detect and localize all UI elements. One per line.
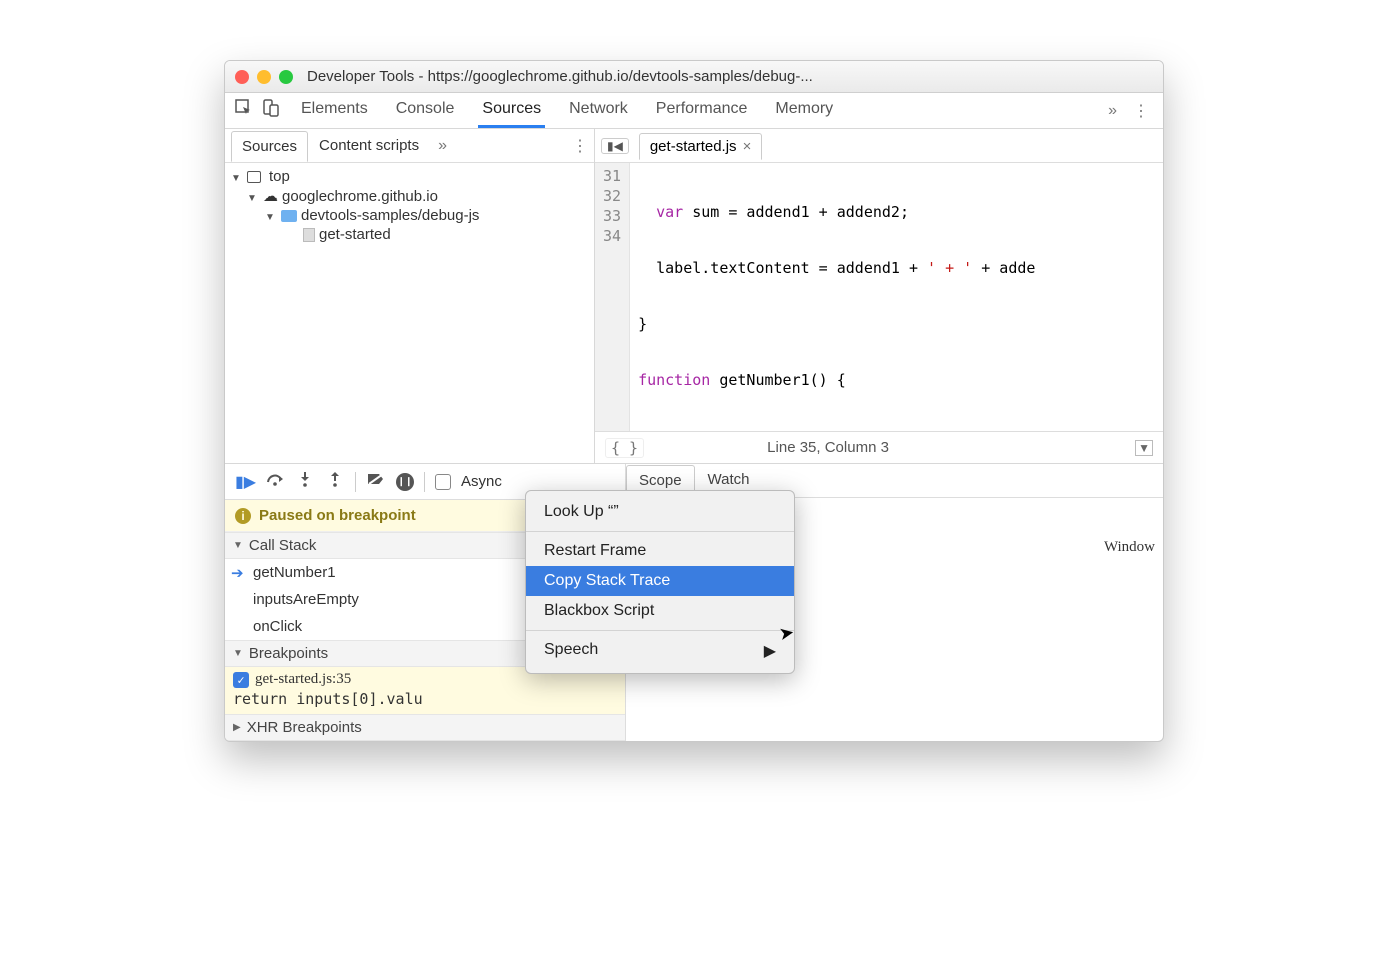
titlebar: Developer Tools - https://googlechrome.g… — [225, 61, 1163, 93]
folder-icon — [281, 210, 297, 222]
step-over-icon[interactable] — [265, 472, 285, 491]
statusbar-dropdown-icon[interactable]: ▼ — [1135, 440, 1153, 456]
toggle-navigator-icon[interactable]: ▮◀ — [601, 138, 629, 154]
async-label: Async — [461, 473, 502, 490]
tree-file[interactable]: get-started — [303, 225, 588, 244]
code-editor[interactable]: 31323334 var sum = addend1 + addend2; la… — [595, 163, 1163, 431]
main-tabs: Elements Console Sources Network Perform… — [297, 93, 1100, 128]
main-toolbar: Elements Console Sources Network Perform… — [225, 93, 1163, 129]
window-title: Developer Tools - https://googlechrome.g… — [307, 68, 813, 85]
submenu-arrow-icon: ▶ — [764, 641, 776, 661]
minimize-window-button[interactable] — [257, 70, 271, 84]
tab-console[interactable]: Console — [392, 93, 459, 128]
editor-tabbar: ▮◀ get-started.js × — [595, 129, 1163, 163]
kebab-menu-icon[interactable]: ⋮ — [1125, 101, 1157, 121]
pause-on-exceptions-icon[interactable]: ❙❙ — [396, 473, 414, 491]
window-icon — [247, 171, 261, 183]
close-window-button[interactable] — [235, 70, 249, 84]
more-nav-tabs-icon[interactable]: » — [430, 137, 455, 155]
inspect-icon[interactable] — [231, 99, 257, 122]
devtools-window: Developer Tools - https://googlechrome.g… — [224, 60, 1164, 742]
file-tree: top ☁googlechrome.github.io devtools-sam… — [225, 163, 594, 252]
section-xhr-breakpoints[interactable]: XHR Breakpoints — [225, 714, 625, 741]
ctx-blackbox-script[interactable]: Blackbox Script — [526, 596, 794, 626]
pretty-print-icon[interactable]: { } — [605, 438, 644, 458]
step-into-icon[interactable] — [295, 471, 315, 492]
source: var sum = addend1 + addend2; label.textC… — [630, 163, 1043, 431]
tab-content-scripts[interactable]: Content scripts — [308, 130, 430, 161]
tab-network[interactable]: Network — [565, 93, 632, 128]
tab-sources[interactable]: Sources — [478, 93, 545, 128]
step-out-icon[interactable] — [325, 471, 345, 492]
more-tabs-icon[interactable]: » — [1100, 102, 1125, 120]
ctx-copy-stack-trace[interactable]: Copy Stack Trace — [526, 566, 794, 596]
tree-top[interactable]: top — [231, 167, 588, 186]
ctx-speech[interactable]: Speech▶ — [526, 635, 794, 667]
info-icon: i — [235, 508, 251, 524]
ctx-look-up[interactable]: Look Up “” — [526, 497, 794, 527]
editor-statusbar: { } Line 35, Column 3 ▼ — [595, 431, 1163, 463]
async-checkbox[interactable] — [435, 474, 451, 490]
maximize-window-button[interactable] — [279, 70, 293, 84]
breakpoint-checkbox[interactable]: ✓ — [233, 672, 249, 688]
tab-performance[interactable]: Performance — [652, 93, 752, 128]
context-menu: Look Up “” Restart Frame Copy Stack Trac… — [525, 490, 795, 674]
editor-tab-get-started[interactable]: get-started.js × — [639, 133, 762, 160]
tab-elements[interactable]: Elements — [297, 93, 372, 128]
resume-icon[interactable]: ▮▶ — [235, 472, 255, 492]
tree-host[interactable]: ☁googlechrome.github.io — [247, 186, 588, 206]
nav-kebab-icon[interactable]: ⋮ — [572, 136, 588, 156]
tab-memory[interactable]: Memory — [771, 93, 837, 128]
gutter: 31323334 — [595, 163, 630, 431]
file-icon — [303, 228, 315, 242]
device-toggle-icon[interactable] — [257, 99, 283, 122]
tab-sources-panel[interactable]: Sources — [231, 131, 308, 162]
cursor-position: Line 35, Column 3 — [767, 439, 889, 456]
navigator-tabs: Sources Content scripts » ⋮ — [225, 129, 594, 163]
tree-folder[interactable]: devtools-samples/debug-js — [265, 206, 588, 225]
deactivate-breakpoints-icon[interactable] — [366, 472, 386, 491]
ctx-restart-frame[interactable]: Restart Frame — [526, 536, 794, 566]
close-tab-icon[interactable]: × — [743, 138, 752, 155]
cloud-icon: ☁ — [263, 187, 278, 205]
breakpoint-item[interactable]: ✓ get-started.js:35 return inputs[0].val… — [225, 667, 625, 714]
